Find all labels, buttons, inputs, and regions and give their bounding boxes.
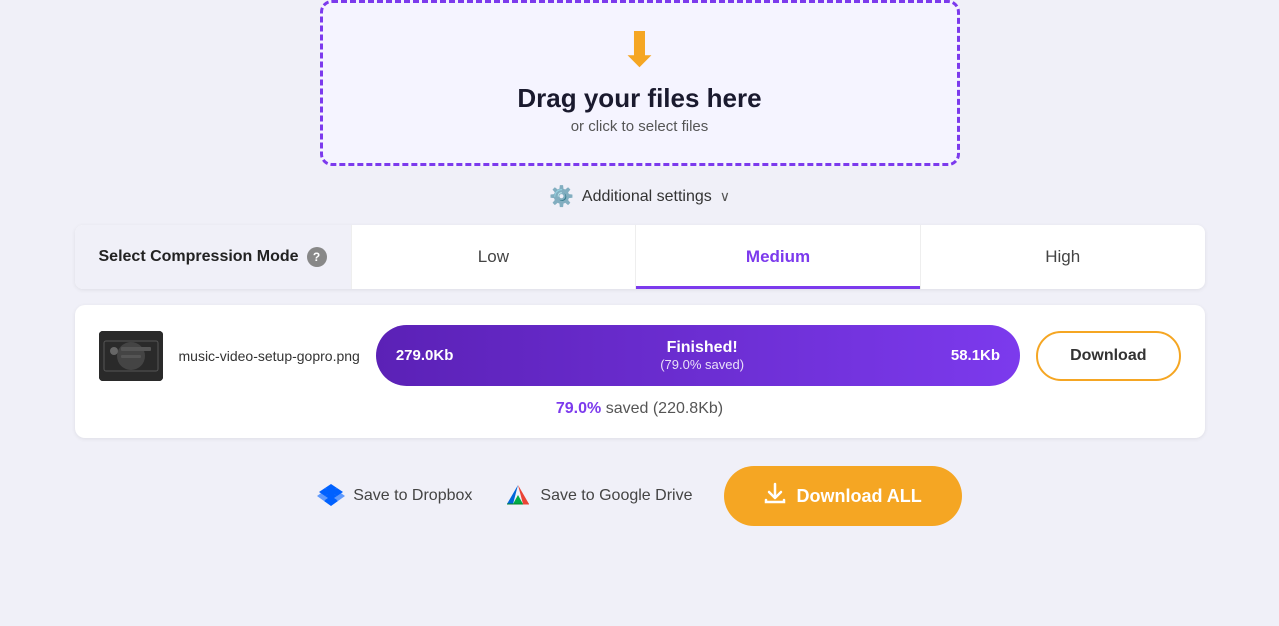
compression-panel: Select Compression Mode ? Low Medium Hig…: [75, 225, 1205, 289]
dropzone-title: Drag your files here: [517, 83, 761, 114]
download-all-label: Download ALL: [796, 486, 921, 507]
result-panel: music-video-setup-gopro.png 279.0Kb Fini…: [75, 305, 1205, 438]
download-all-button[interactable]: Download ALL: [724, 466, 961, 526]
compression-option-medium[interactable]: Medium: [635, 225, 920, 289]
compression-help-icon[interactable]: ?: [307, 247, 327, 267]
settings-label: Additional settings: [582, 188, 712, 206]
dropbox-icon: [317, 482, 345, 510]
settings-icon: ⚙️: [549, 184, 574, 209]
save-to-dropbox-link[interactable]: Save to Dropbox: [317, 482, 472, 510]
progress-center: Finished! (79.0% saved): [660, 339, 744, 372]
compression-option-low[interactable]: Low: [351, 225, 636, 289]
gdrive-icon: [504, 482, 532, 510]
progress-bar: 279.0Kb Finished! (79.0% saved) 58.1Kb: [376, 325, 1020, 386]
page-wrapper: ⬇ Drag your files here or click to selec…: [0, 0, 1279, 526]
bottom-actions: Save to Dropbox Save to Google Drive: [317, 466, 962, 526]
savings-pct: 79.0%: [556, 400, 601, 417]
file-row: music-video-setup-gopro.png 279.0Kb Fini…: [99, 325, 1181, 386]
file-name: music-video-setup-gopro.png: [179, 348, 360, 364]
savings-suffix: saved (220.8Kb): [601, 400, 723, 417]
savings-row: 79.0% saved (220.8Kb): [99, 400, 1181, 418]
download-all-icon: [764, 482, 786, 510]
compression-label-area: Select Compression Mode ?: [75, 225, 351, 289]
download-button[interactable]: Download: [1036, 331, 1180, 381]
thumbnail-inner: [99, 331, 163, 381]
save-to-drive-link[interactable]: Save to Google Drive: [504, 482, 692, 510]
compressed-size: 58.1Kb: [951, 347, 1000, 364]
compression-option-high[interactable]: High: [920, 225, 1205, 289]
save-drive-label: Save to Google Drive: [540, 487, 692, 505]
saved-pct-bar: (79.0% saved): [660, 357, 744, 372]
additional-settings-toggle[interactable]: ⚙️ Additional settings ∨: [549, 184, 730, 209]
compression-label-text: Select Compression Mode: [99, 248, 299, 266]
upload-icon: ⬇: [619, 27, 659, 75]
file-thumbnail: [99, 331, 163, 381]
drop-zone[interactable]: ⬇ Drag your files here or click to selec…: [320, 0, 960, 166]
dropzone-subtitle: or click to select files: [571, 118, 709, 135]
compression-options: Low Medium High: [351, 225, 1205, 289]
chevron-down-icon: ∨: [720, 188, 730, 205]
original-size: 279.0Kb: [396, 347, 454, 364]
save-dropbox-label: Save to Dropbox: [353, 487, 472, 505]
status-text: Finished!: [660, 339, 744, 357]
